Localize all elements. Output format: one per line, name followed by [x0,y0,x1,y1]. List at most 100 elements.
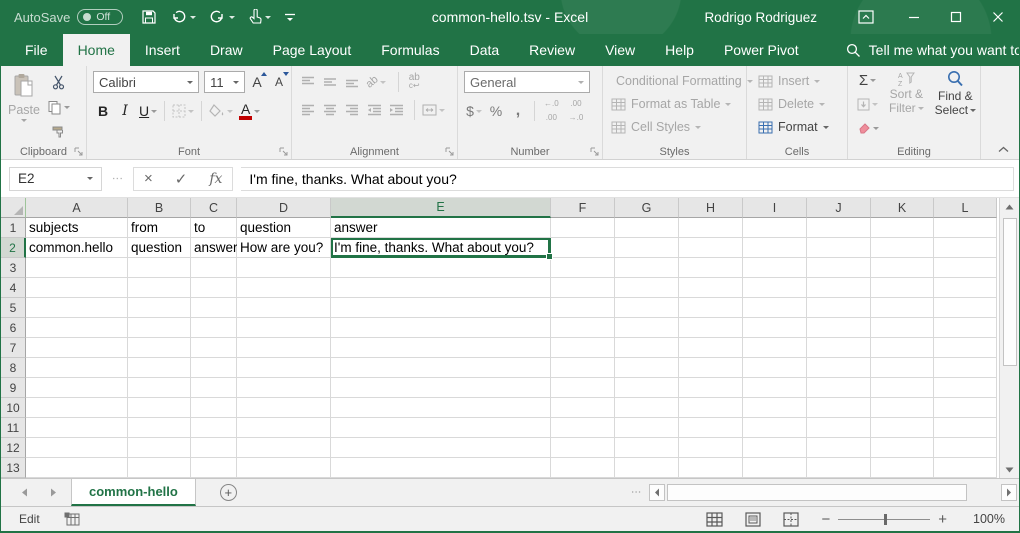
autosum-button[interactable]: Σ [854,69,881,91]
cell-G3[interactable] [615,258,679,278]
sheet-tab-common-hello[interactable]: common-hello [71,479,196,506]
col-header-D[interactable]: D [237,198,331,218]
user-name[interactable]: Rodrigo Rodriguez [704,10,817,25]
ribbon-display-options-button[interactable] [845,0,887,34]
scroll-up-button[interactable] [1000,198,1019,215]
cell-L2[interactable] [934,238,997,258]
normal-view-button[interactable] [706,512,723,527]
cell-C13[interactable] [191,458,237,478]
name-box-dropdown-icon[interactable] [87,177,93,180]
merge-center-dropdown-icon[interactable] [439,109,445,112]
cell-D7[interactable] [237,338,331,358]
cell-A7[interactable] [26,338,128,358]
cell-G9[interactable] [615,378,679,398]
cell-H8[interactable] [679,358,743,378]
cell-K7[interactable] [871,338,934,358]
cell-D11[interactable] [237,418,331,438]
touch-mouse-mode-button[interactable] [248,9,271,25]
customize-qat-button[interactable] [284,10,296,24]
cell-B6[interactable] [128,318,191,338]
cell-J1[interactable] [807,218,871,238]
cell-H12[interactable] [679,438,743,458]
ribbon-tab-home[interactable]: Home [63,34,130,66]
scroll-down-button[interactable] [1000,461,1019,478]
cell-A12[interactable] [26,438,128,458]
save-button[interactable] [141,9,157,25]
cell-K2[interactable] [871,238,934,258]
cell-A13[interactable] [26,458,128,478]
align-left-button[interactable] [298,99,318,121]
cell-K9[interactable] [871,378,934,398]
underline-dropdown-icon[interactable] [151,110,157,113]
cell-C1[interactable]: to [191,218,237,238]
cell-F5[interactable] [551,298,615,318]
maximize-button[interactable] [935,0,977,34]
cell-I8[interactable] [743,358,807,378]
cell-G10[interactable] [615,398,679,418]
increase-font-size-button[interactable]: A [247,71,267,93]
sheet-next-button[interactable] [50,488,57,497]
cell-F9[interactable] [551,378,615,398]
cell-D1[interactable]: question [237,218,331,238]
cell-H13[interactable] [679,458,743,478]
cell-H3[interactable] [679,258,743,278]
cell-C8[interactable] [191,358,237,378]
cell-C12[interactable] [191,438,237,458]
bottom-align-button[interactable] [342,71,362,93]
touch-mode-dropdown-icon[interactable] [265,16,271,19]
cell-E5[interactable] [331,298,551,318]
align-right-button[interactable] [342,99,362,121]
cell-K1[interactable] [871,218,934,238]
cell-J6[interactable] [807,318,871,338]
font-name-select[interactable]: Calibri [93,71,199,93]
cell-C3[interactable] [191,258,237,278]
cell-I11[interactable] [743,418,807,438]
paste-dropdown-icon[interactable] [21,119,27,122]
accounting-format-button[interactable]: $ [464,100,484,122]
cell-K3[interactable] [871,258,934,278]
autosave-toggle[interactable]: AutoSave Off [14,9,123,25]
insert-function-button[interactable]: fx [209,171,222,187]
cell-E1[interactable]: answer [331,218,551,238]
col-header-G[interactable]: G [615,198,679,218]
alignment-dialog-launcher[interactable] [445,147,454,156]
vertical-scroll-thumb[interactable] [1003,218,1017,366]
ribbon-tab-review[interactable]: Review [514,34,590,66]
cell-B5[interactable] [128,298,191,318]
ribbon-tab-draw[interactable]: Draw [195,34,258,66]
cell-F12[interactable] [551,438,615,458]
cell-B8[interactable] [128,358,191,378]
page-break-preview-button[interactable] [783,512,799,527]
accounting-dropdown-icon[interactable] [476,110,482,113]
cancel-entry-button[interactable]: × [144,170,153,187]
zoom-slider[interactable] [838,519,930,520]
cell-B13[interactable] [128,458,191,478]
cell-A6[interactable] [26,318,128,338]
borders-dropdown-icon[interactable] [188,110,194,113]
cell-B2[interactable]: question [128,238,191,258]
percent-style-button[interactable]: % [486,100,506,122]
number-format-select[interactable]: General [464,71,590,93]
cell-J10[interactable] [807,398,871,418]
cell-I6[interactable] [743,318,807,338]
cell-A1[interactable]: subjects [26,218,128,238]
redo-button[interactable] [209,10,235,25]
cell-I10[interactable] [743,398,807,418]
conditional-formatting-button[interactable]: Conditional Formatting [608,70,744,92]
collapse-ribbon-button[interactable] [998,146,1009,153]
cell-K10[interactable] [871,398,934,418]
increase-indent-button[interactable] [386,99,406,121]
decrease-font-size-button[interactable]: A [269,71,289,93]
orientation-dropdown-icon[interactable] [380,81,386,84]
cell-F11[interactable] [551,418,615,438]
autosum-dropdown-icon[interactable] [870,79,876,82]
col-header-C[interactable]: C [191,198,237,218]
copy-dropdown-icon[interactable] [64,106,70,109]
clipboard-dialog-launcher[interactable] [74,147,83,156]
cell-D2[interactable]: How are you? [237,238,331,258]
top-align-button[interactable] [298,71,318,93]
delete-cells-button[interactable]: Delete [755,93,845,115]
cell-D4[interactable] [237,278,331,298]
cell-H6[interactable] [679,318,743,338]
row-header-5[interactable]: 5 [1,298,26,318]
